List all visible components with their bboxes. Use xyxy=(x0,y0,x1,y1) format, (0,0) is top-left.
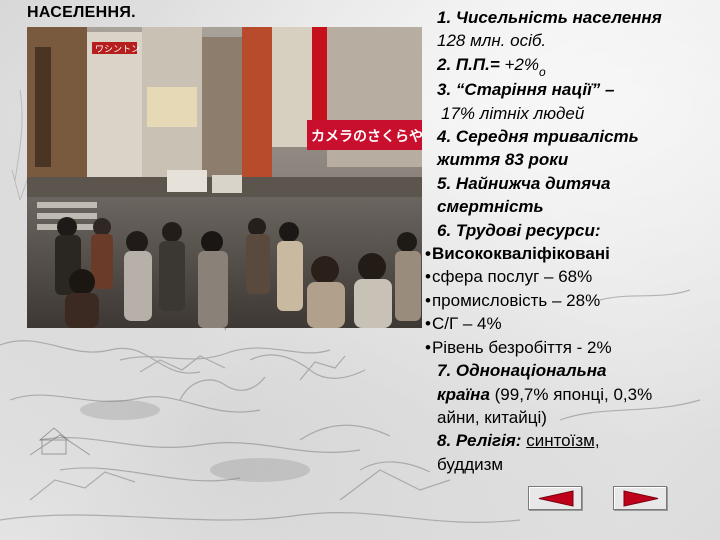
point-3: 3. “Старіння нації” – xyxy=(423,78,718,101)
point-number: 3. xyxy=(437,80,452,100)
point-detail: (99,7% японці, 0,3% xyxy=(494,384,653,404)
point-6: 6. Трудові ресурси: xyxy=(423,219,718,242)
point-label: Чисельність населення xyxy=(455,8,662,27)
point-value: 128 млн. осіб. xyxy=(437,31,547,51)
point-8-cont: буддизм xyxy=(423,453,718,476)
point-3-value: 17% літніх людей xyxy=(423,102,718,125)
point-label: Однонаціональна xyxy=(455,361,607,381)
point-label: Релігія: xyxy=(455,431,522,451)
point-4-cont: життя 83 роки xyxy=(423,148,718,171)
bullet-item: сфера послуг – 68% xyxy=(423,265,718,288)
point-1: 1. Чисельність населення xyxy=(423,6,718,29)
point-detail: айни, китайці) xyxy=(437,407,547,427)
point-7-cont: країна (99,7% японці, 0,3% xyxy=(423,383,718,406)
point-label: П.П.= xyxy=(455,54,500,74)
point-7: 7. Однонаціональна xyxy=(423,359,718,382)
point-label: життя 83 роки xyxy=(437,150,569,170)
point-5: 5. Найнижча дитяча xyxy=(423,172,718,195)
point-label: “Старіння нації” – xyxy=(455,80,615,100)
content-list: 1. Чисельність населення 128 млн. осіб. … xyxy=(423,6,718,476)
point-number: 7. xyxy=(437,361,452,381)
point-7-detail: айни, китайці) xyxy=(423,406,718,429)
point-8: 8. Релігія: синтоїзм, xyxy=(423,429,718,452)
point-value: буддизм xyxy=(437,454,504,474)
arrow-right-icon xyxy=(623,490,659,507)
point-label: Трудові ресурси: xyxy=(455,220,601,240)
previous-slide-button[interactable] xyxy=(528,486,582,510)
point-value: 17% літніх людей xyxy=(441,103,585,123)
street-scene-illustration: カメラのさくらや ワシントン xyxy=(27,27,422,328)
point-number: 4. xyxy=(437,127,452,147)
point-number: 5. xyxy=(437,173,452,193)
shop-sign-text: カメラのさくらや xyxy=(311,129,422,145)
arrow-left-icon xyxy=(538,490,574,507)
point-label: Найнижча дитяча xyxy=(455,173,611,193)
point-label: смертність xyxy=(437,197,544,217)
bullet-item: С/Г – 4% xyxy=(423,312,718,335)
point-1-value: 128 млн. осіб. xyxy=(423,29,718,52)
point-number: 2. xyxy=(437,54,452,74)
point-value: +2% xyxy=(504,54,539,74)
point-2: 2. П.П.= +2%о xyxy=(423,53,718,79)
next-slide-button[interactable] xyxy=(613,486,667,510)
point-number: 8. xyxy=(437,431,452,451)
bullet-item: промисловість – 28% xyxy=(423,289,718,312)
point-label: Середня тривалість xyxy=(455,127,639,147)
point-number: 6. xyxy=(437,220,452,240)
point-value: синтоїзм, xyxy=(526,431,600,451)
tokyo-street-photo: カメラのさくらや ワシントン xyxy=(27,27,422,328)
building-sign-text: ワシントン xyxy=(95,45,140,55)
bullet-item: Рівень безробіття - 2% xyxy=(423,336,718,359)
slide-title: НАСЕЛЕННЯ. xyxy=(27,4,136,21)
point-number: 1. xyxy=(437,8,452,27)
point-subscript: о xyxy=(538,64,546,79)
bullet-item: Висококваліфіковані xyxy=(423,242,718,265)
point-4: 4. Середня тривалість xyxy=(423,125,718,148)
point-5-cont: смертність xyxy=(423,195,718,218)
point-label: країна xyxy=(437,384,490,404)
